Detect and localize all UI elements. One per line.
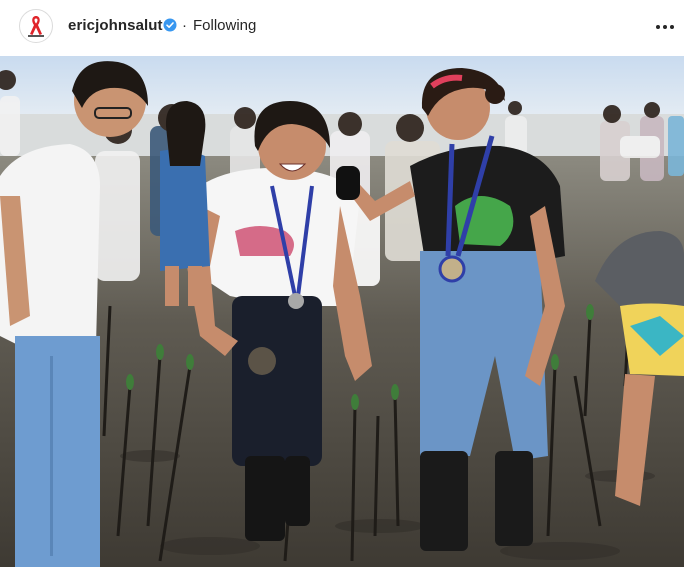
separator-dot: · [182,17,187,34]
red-ribbon-logo-icon [21,11,51,41]
username-link[interactable]: ericjohnsalut [68,17,163,34]
post-photo[interactable] [0,56,684,567]
verified-badge-icon [163,18,177,32]
more-dot [663,25,667,29]
more-options-icon[interactable] [654,16,676,38]
more-dot [656,25,660,29]
profile-avatar[interactable] [19,9,53,43]
post-header: ericjohnsalut · Following [0,0,684,56]
following-button[interactable]: Following [193,17,256,34]
mangrove-planting-photo [0,56,684,567]
more-dot [670,25,674,29]
